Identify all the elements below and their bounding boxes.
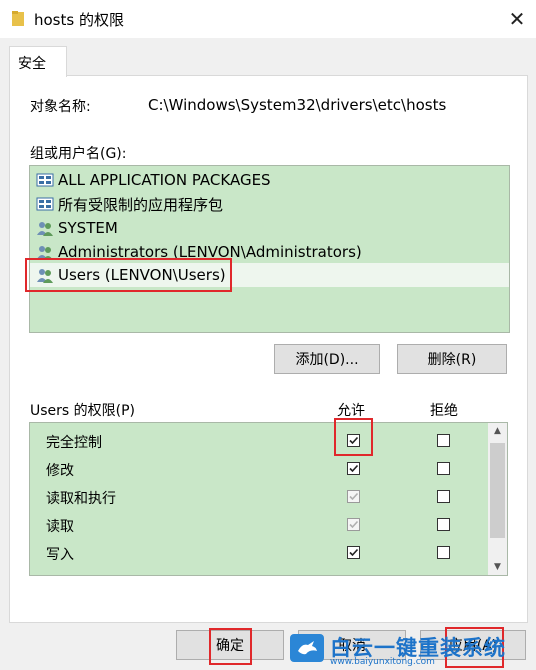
deny-checkbox[interactable]: [437, 490, 450, 503]
permission-label: 读取: [46, 519, 74, 535]
permission-label: 完全控制: [46, 435, 102, 451]
permission-row: 修改: [30, 455, 486, 483]
folder-icon: [12, 11, 24, 26]
add-button[interactable]: 添加(D)...: [274, 344, 380, 374]
watermark-text: 白云一键重装系统: [330, 636, 506, 660]
list-item[interactable]: SYSTEM: [36, 217, 118, 239]
watermark: 白云一键重装系统 www.baiyunxitong.com: [290, 630, 506, 667]
scrollbar[interactable]: ▲ ▼: [488, 423, 507, 575]
permission-row: 读取: [30, 511, 486, 539]
permission-label: 写入: [46, 547, 74, 563]
allow-checkbox[interactable]: [347, 546, 360, 559]
watermark-url: www.baiyunxitong.com: [330, 657, 435, 667]
permission-label: 读取和执行: [46, 491, 116, 507]
list-item-label: SYSTEM: [58, 219, 118, 237]
bird-logo-icon: [290, 634, 324, 662]
permission-row: 写入: [30, 539, 486, 567]
package-icon: [36, 173, 54, 187]
list-item[interactable]: ALL APPLICATION PACKAGES: [36, 169, 271, 191]
allow-checkbox: [347, 490, 360, 503]
deny-checkbox[interactable]: [437, 518, 450, 531]
allow-header: 允许: [337, 403, 365, 419]
scroll-thumb[interactable]: [490, 443, 505, 538]
highlight-box-full-control: [334, 418, 373, 456]
window-title: hosts 的权限: [34, 11, 124, 29]
allow-checkbox[interactable]: [347, 462, 360, 475]
scroll-down-icon[interactable]: ▼: [488, 559, 507, 575]
permission-label: 修改: [46, 463, 74, 479]
list-item-label: 所有受限制的应用程序包: [58, 195, 224, 214]
highlight-box-ok: [209, 628, 252, 665]
allow-checkbox: [347, 518, 360, 531]
list-item-label: ALL APPLICATION PACKAGES: [58, 171, 271, 189]
highlight-box-users: [25, 258, 232, 292]
remove-button-label: 删除(R): [427, 352, 477, 368]
add-button-label: 添加(D)...: [295, 352, 359, 368]
permission-row: 完全控制: [30, 427, 486, 455]
remove-button[interactable]: 删除(R): [397, 344, 507, 374]
list-item[interactable]: 所有受限制的应用程序包: [36, 193, 223, 215]
close-button[interactable]: ✕: [498, 0, 536, 38]
package-icon: [36, 197, 54, 211]
deny-checkbox[interactable]: [437, 546, 450, 559]
deny-checkbox[interactable]: [437, 462, 450, 475]
title-bar: hosts 的权限 ✕: [0, 0, 536, 38]
permission-row: 读取和执行: [30, 483, 486, 511]
deny-checkbox[interactable]: [437, 434, 450, 447]
permissions-list[interactable]: 写入 读取 读取和执行 修改 完全控制 ▲ ▼: [29, 422, 508, 576]
users-icon: [37, 222, 53, 236]
permissions-label: Users 的权限(P): [30, 403, 136, 419]
users-list[interactable]: ALL APPLICATION PACKAGES 所有受限制的应用程序包 SYS…: [29, 165, 510, 333]
scroll-up-icon[interactable]: ▲: [488, 423, 507, 439]
group-or-user-label: 组或用户名(G):: [30, 146, 127, 162]
close-icon: ✕: [508, 7, 526, 31]
tab-security[interactable]: 安全: [9, 46, 67, 77]
object-name-value: C:\Windows\System32\drivers\etc\hosts: [148, 96, 447, 114]
object-name-label: 对象名称:: [30, 99, 91, 115]
tab-security-label: 安全: [18, 56, 46, 72]
deny-header: 拒绝: [430, 403, 458, 419]
